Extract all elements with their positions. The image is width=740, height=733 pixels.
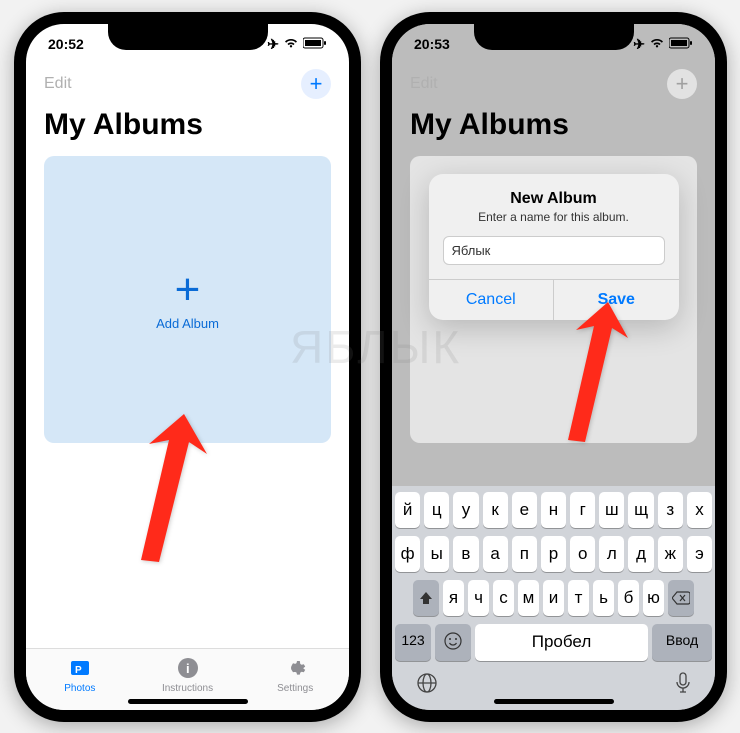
annotation-arrow-right <box>560 302 640 447</box>
status-icons: ✈ <box>267 36 327 53</box>
new-album-alert: New Album Enter a name for this album. Я… <box>429 174 679 320</box>
add-album-label: Add Album <box>156 316 219 331</box>
tab-photos-label: Photos <box>64 683 95 694</box>
annotation-arrow-left <box>129 412 219 567</box>
wifi-icon <box>283 36 299 52</box>
cancel-button[interactable]: Cancel <box>429 280 554 320</box>
info-icon: i <box>175 655 201 681</box>
airplane-icon: ✈ <box>633 36 645 53</box>
status-time: 20:52 <box>48 36 84 52</box>
tab-instructions-label: Instructions <box>162 683 213 694</box>
tab-settings-label: Settings <box>277 683 313 694</box>
album-name-input[interactable]: Яблык <box>443 236 665 265</box>
phone-frame-right: 20:53 ✈ Edit + My Albums <box>380 12 727 722</box>
notch <box>474 24 634 50</box>
battery-icon <box>303 36 327 52</box>
status-time: 20:53 <box>414 36 450 52</box>
wifi-icon <box>649 36 665 52</box>
alert-backdrop: New Album Enter a name for this album. Я… <box>392 24 715 710</box>
nav-bar: Edit + <box>26 64 349 104</box>
home-indicator[interactable] <box>128 699 248 704</box>
page-title: My Albums <box>26 104 349 156</box>
notch <box>108 24 268 50</box>
add-button[interactable]: + <box>301 69 331 99</box>
photos-icon: P <box>67 655 93 681</box>
alert-buttons: Cancel Save <box>429 279 679 320</box>
battery-icon <box>669 36 693 52</box>
alert-message: Enter a name for this album. <box>429 210 679 236</box>
airplane-icon: ✈ <box>267 36 279 53</box>
content-area: + Add Album <box>26 156 349 648</box>
tab-settings[interactable]: Settings <box>241 655 349 694</box>
alert-title: New Album <box>429 174 679 210</box>
svg-text:i: i <box>186 661 190 676</box>
tab-instructions[interactable]: i Instructions <box>134 655 242 694</box>
gear-icon <box>282 655 308 681</box>
plus-icon: + <box>175 268 201 312</box>
add-album-tile[interactable]: + Add Album <box>44 156 331 443</box>
tab-photos[interactable]: P Photos <box>26 655 134 694</box>
screen-right: 20:53 ✈ Edit + My Albums <box>392 24 715 710</box>
edit-button[interactable]: Edit <box>44 75 72 93</box>
svg-text:P: P <box>75 665 82 676</box>
status-icons: ✈ <box>633 36 693 53</box>
